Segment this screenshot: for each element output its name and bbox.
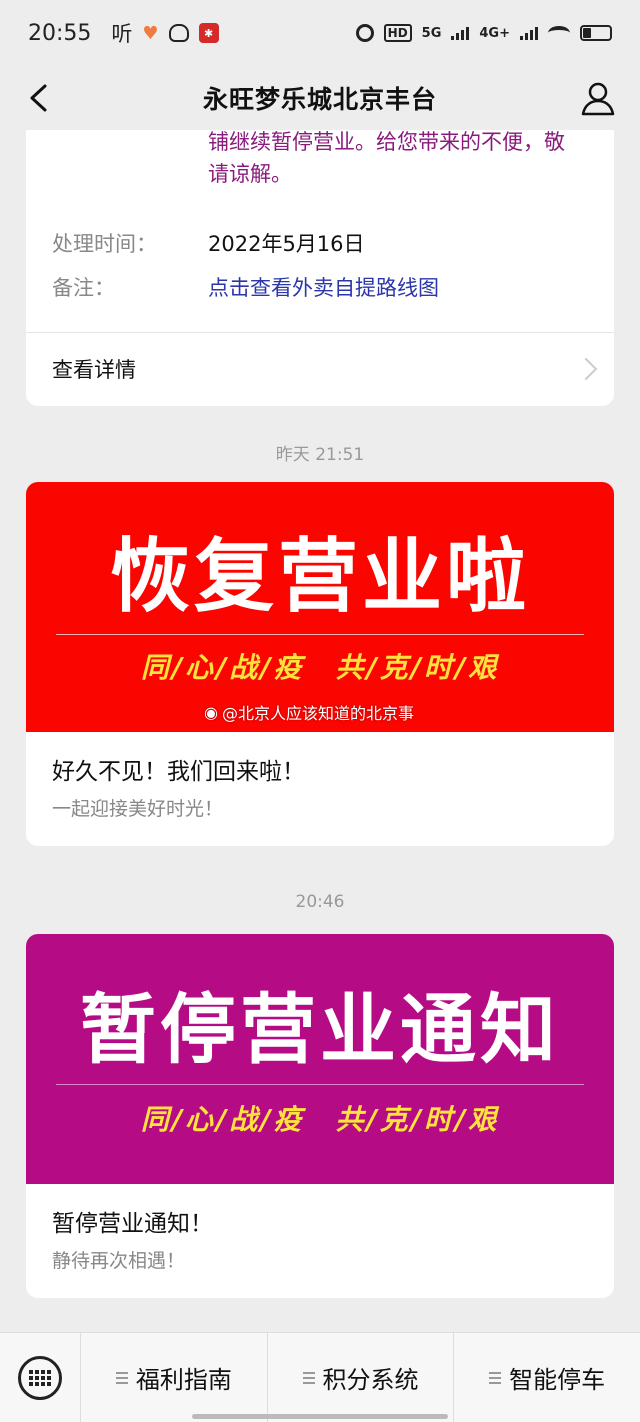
hd-icon: HD <box>383 24 412 42</box>
menu-item-label: 福利指南 <box>135 1366 232 1394</box>
banner-image-reopen: 恢复营业啦 同/心/战/疫 共/克/时/艰 <box>26 482 614 732</box>
listen-label: 听 <box>111 22 133 46</box>
bottom-menu: 福利指南 积分系统 智能停车 <box>0 1332 640 1422</box>
menu-item-label: 智能停车 <box>509 1366 606 1394</box>
view-details-label: 查看详情 <box>52 358 136 382</box>
remark-row: 备注： 点击查看外卖自提路线图 <box>52 272 439 302</box>
user-icon[interactable] <box>578 78 618 118</box>
process-time-row: 处理时间： 2022年5月16日 <box>52 228 365 258</box>
weibo-icon: ◉ <box>204 702 218 722</box>
signal-4g-label: 4G+ <box>479 25 510 41</box>
page-title: 永旺梦乐城北京丰台 <box>202 85 437 114</box>
banner-title: 暂停营业通知 <box>80 985 560 1074</box>
nav-bar: 永旺梦乐城北京丰台 <box>0 66 640 130</box>
timestamp: 20:46 <box>295 892 345 912</box>
cat-icon <box>168 24 189 42</box>
alarm-icon <box>355 24 374 42</box>
article-card-closure[interactable]: 暂停营业通知 同/心/战/疫 共/克/时/艰 暂停营业通知！ 静待再次相遇！ <box>26 934 614 1298</box>
article-subtitle: 静待再次相遇！ <box>52 1250 186 1272</box>
chevron-right-icon <box>574 357 598 381</box>
timestamp: 昨天 21:51 <box>275 445 365 465</box>
home-indicator[interactable] <box>192 1414 448 1419</box>
divider <box>26 332 614 333</box>
article-card-reopen[interactable]: 恢复营业啦 同/心/战/疫 共/克/时/艰 好久不见！我们回来啦！ 一起迎接美好… <box>26 482 614 846</box>
watermark: ◉ @北京人应该知道的北京事 <box>204 700 414 724</box>
view-details-row[interactable]: 查看详情 <box>52 336 598 402</box>
signal-5g-icon <box>451 26 470 40</box>
chevron-left-icon[interactable] <box>20 80 56 116</box>
notice-body-text: 铺继续暂停营业。给您带来的不便，敬请谅解。 <box>208 130 565 186</box>
menu-item-smart-parking[interactable]: 智能停车 <box>453 1332 640 1422</box>
notice-card[interactable]: 铺继续暂停营业。给您带来的不便，敬请谅解。 处理时间： 2022年5月16日 备… <box>26 130 614 406</box>
message-list[interactable]: 铺继续暂停营业。给您带来的不便，敬请谅解。 处理时间： 2022年5月16日 备… <box>0 130 640 1332</box>
watermark-text: @北京人应该知道的北京事 <box>221 704 414 723</box>
menu-item-label: 积分系统 <box>322 1366 419 1394</box>
remark-link[interactable]: 点击查看外卖自提路线图 <box>208 272 439 302</box>
menu-icon <box>489 1371 502 1384</box>
signal-4g-icon <box>520 26 538 40</box>
signal-5g-label: 5G <box>421 25 442 41</box>
banner-subtitle: 同/心/战/疫 共/克/时/艰 <box>140 1103 500 1136</box>
heart-icon: ♥ <box>142 22 159 44</box>
article-subtitle: 一起迎接美好时光！ <box>52 798 224 820</box>
process-time-value: 2022年5月16日 <box>208 232 365 256</box>
status-time: 20:55 <box>28 20 92 46</box>
menu-icon <box>115 1371 128 1384</box>
wifi-icon <box>548 26 570 40</box>
banner-title: 恢复营业啦 <box>110 530 530 623</box>
keyboard-toggle-button[interactable] <box>0 1333 80 1422</box>
banner-image-closure: 暂停营业通知 同/心/战/疫 共/克/时/艰 <box>26 934 614 1184</box>
status-bar: 20:55 听 ♥ ✱ HD 5G 4G+ <box>0 0 640 66</box>
menu-item-welfare-guide[interactable]: 福利指南 <box>80 1332 267 1422</box>
process-time-key: 处理时间： <box>52 232 157 256</box>
battery-icon <box>580 25 612 41</box>
article-title: 暂停营业通知！ <box>52 1211 213 1237</box>
keyboard-icon <box>18 1355 62 1400</box>
banner-subtitle: 同/心/战/疫 共/克/时/艰 <box>140 651 500 684</box>
banner-divider <box>56 1084 584 1085</box>
banner-divider <box>56 634 584 635</box>
app-red-icon: ✱ <box>198 23 219 43</box>
remark-key: 备注： <box>52 276 115 300</box>
menu-item-points-system[interactable]: 积分系统 <box>266 1332 454 1422</box>
menu-icon <box>302 1371 315 1384</box>
article-title: 好久不见！我们回来啦！ <box>52 759 305 785</box>
